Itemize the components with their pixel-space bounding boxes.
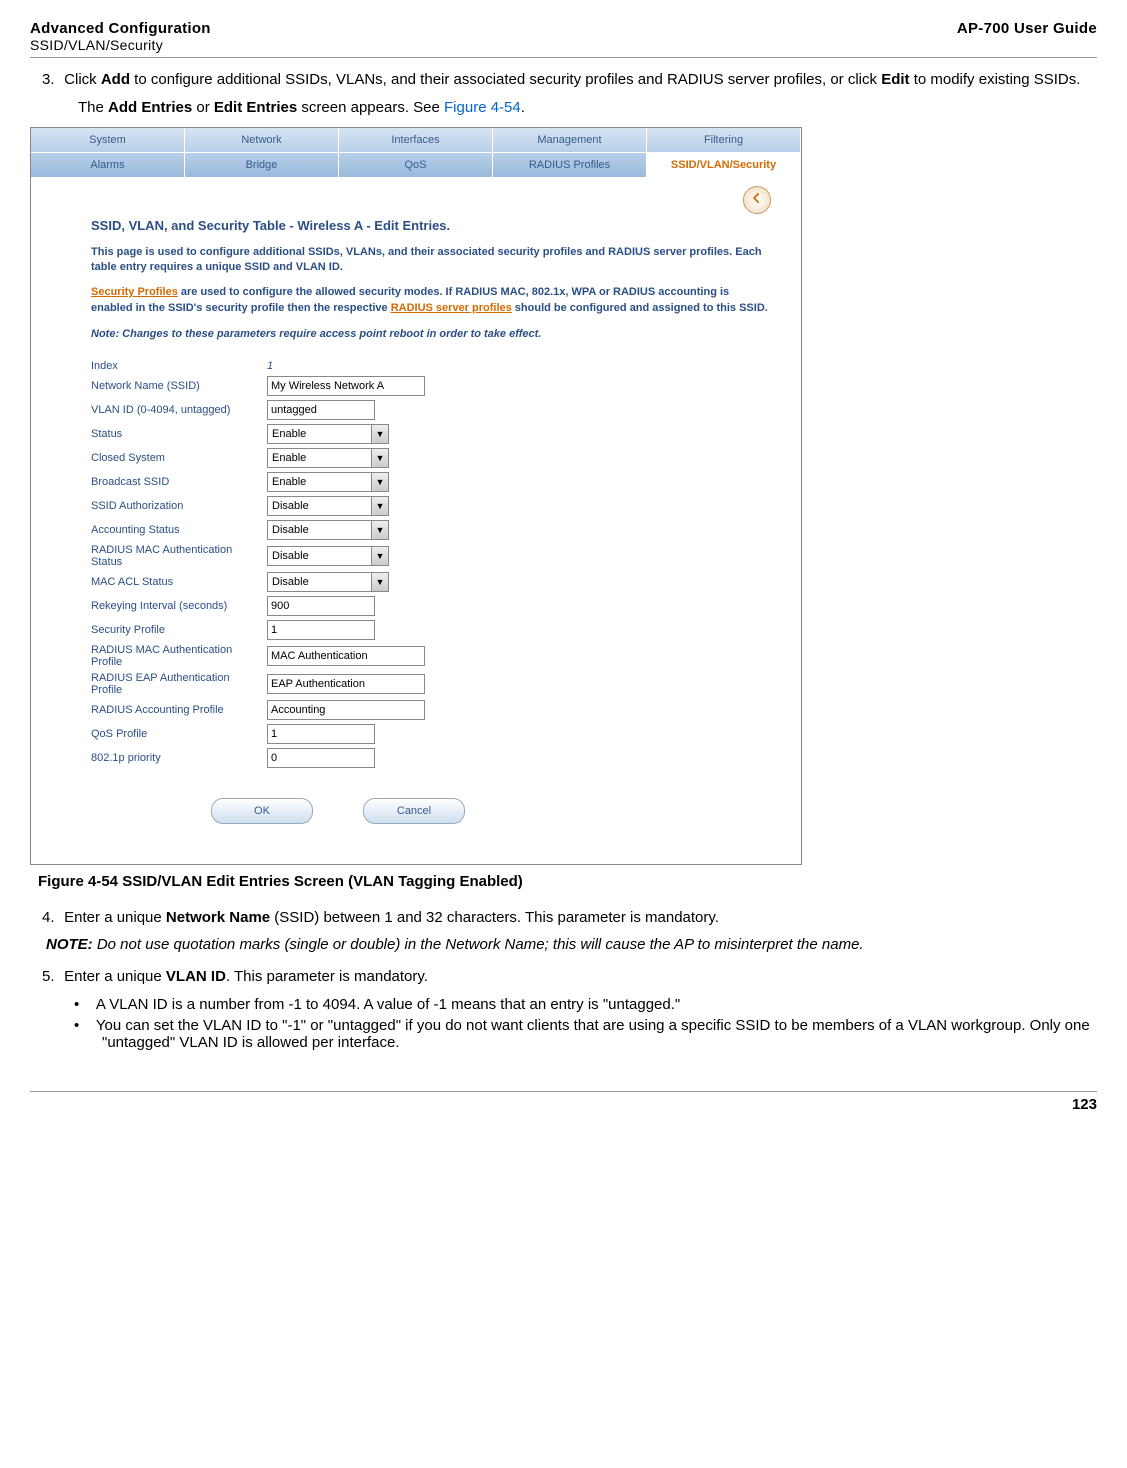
tab-management[interactable]: Management [493, 128, 647, 153]
closed-label: Closed System [91, 452, 267, 464]
chevron-down-icon: ▼ [371, 573, 388, 591]
tab-row-2: Alarms Bridge QoS RADIUS Profiles SSID/V… [31, 153, 801, 178]
step-number: 5. [42, 967, 60, 987]
rekey-input[interactable] [267, 596, 375, 616]
header-left: Advanced Configuration SSID/VLAN/Securit… [30, 20, 211, 53]
step-5: 5. Enter a unique VLAN ID. This paramete… [60, 967, 1097, 987]
index-label: Index [91, 360, 267, 372]
tab-alarms[interactable]: Alarms [31, 153, 185, 178]
radmacprof-input[interactable] [267, 646, 425, 666]
tab-radius-profiles[interactable]: RADIUS Profiles [493, 153, 647, 178]
note-block: NOTE: Do not use quotation marks (single… [90, 936, 1097, 953]
bullet-1: • A VLAN ID is a number from -1 to 4094.… [102, 996, 1097, 1013]
tab-filtering[interactable]: Filtering [647, 128, 801, 153]
page-header: Advanced Configuration SSID/VLAN/Securit… [30, 20, 1097, 58]
page-footer: 123 [30, 1091, 1097, 1113]
vlan-input[interactable] [267, 400, 375, 420]
qos-label: QoS Profile [91, 728, 267, 740]
tab-interfaces[interactable]: Interfaces [339, 128, 493, 153]
acctprof-label: RADIUS Accounting Profile [91, 704, 267, 716]
acctprof-input[interactable] [267, 700, 425, 720]
acct-select[interactable]: Disable▼ [267, 520, 389, 540]
eapprof-label: RADIUS EAP Authentication Profile [91, 672, 267, 696]
back-arrow-icon [750, 191, 764, 208]
chapter-title: Advanced Configuration [30, 20, 211, 37]
acct-label: Accounting Status [91, 524, 267, 536]
chevron-down-icon: ▼ [371, 521, 388, 539]
ssid-label: Network Name (SSID) [91, 380, 267, 392]
button-row: OK Cancel [211, 798, 771, 824]
panel-content: SSID, VLAN, and Security Table - Wireles… [31, 178, 801, 865]
cancel-button[interactable]: Cancel [363, 798, 465, 824]
ssidauth-label: SSID Authorization [91, 500, 267, 512]
radmacprof-label: RADIUS MAC Authentication Profile [91, 644, 267, 668]
priority-input[interactable] [267, 748, 375, 768]
step-number: 4. [42, 908, 60, 928]
bullet-2: • You can set the VLAN ID to "-1" or "un… [102, 1017, 1097, 1051]
tab-row-1: System Network Interfaces Management Fil… [31, 128, 801, 153]
screenshot-panel: System Network Interfaces Management Fil… [30, 127, 802, 866]
status-select[interactable]: Enable▼ [267, 424, 389, 444]
step-number: 3. [42, 70, 60, 90]
eapprof-input[interactable] [267, 674, 425, 694]
step-3: 3. Click Add to configure additional SSI… [60, 70, 1097, 90]
figure-caption: Figure 4-54 SSID/VLAN Edit Entries Scree… [38, 873, 1097, 890]
panel-title: SSID, VLAN, and Security Table - Wireles… [91, 218, 771, 233]
step-3-line2: The Add Entries or Edit Entries screen a… [78, 98, 1097, 118]
panel-note: Note: Changes to these parameters requir… [91, 328, 771, 340]
tab-qos[interactable]: QoS [339, 153, 493, 178]
chevron-down-icon: ▼ [371, 497, 388, 515]
macacl-select[interactable]: Disable▼ [267, 572, 389, 592]
back-button[interactable] [743, 186, 771, 214]
tab-bridge[interactable]: Bridge [185, 153, 339, 178]
page-number: 123 [1072, 1096, 1097, 1113]
rekey-label: Rekeying Interval (seconds) [91, 600, 267, 612]
index-value: 1 [267, 360, 273, 372]
figure-link[interactable]: Figure 4-54 [444, 99, 521, 116]
status-label: Status [91, 428, 267, 440]
tab-system[interactable]: System [31, 128, 185, 153]
radmac-label: RADIUS MAC Authentication Status [91, 544, 267, 568]
step-4: 4. Enter a unique Network Name (SSID) be… [60, 908, 1097, 928]
tab-ssid-vlan-security[interactable]: SSID/VLAN/Security [647, 153, 801, 178]
macacl-label: MAC ACL Status [91, 576, 267, 588]
qos-input[interactable] [267, 724, 375, 744]
secprof-label: Security Profile [91, 624, 267, 636]
chevron-down-icon: ▼ [371, 547, 388, 565]
radius-profiles-link[interactable]: RADIUS server profiles [391, 302, 512, 314]
ok-button[interactable]: OK [211, 798, 313, 824]
chevron-down-icon: ▼ [371, 425, 388, 443]
secprof-input[interactable] [267, 620, 375, 640]
tab-network[interactable]: Network [185, 128, 339, 153]
ssidauth-select[interactable]: Disable▼ [267, 496, 389, 516]
section-title: SSID/VLAN/Security [30, 37, 211, 53]
note-label: NOTE: [46, 936, 93, 953]
broadcast-select[interactable]: Enable▼ [267, 472, 389, 492]
vlan-label: VLAN ID (0-4094, untagged) [91, 404, 267, 416]
note-text: Do not use quotation marks (single or do… [93, 936, 864, 953]
priority-label: 802.1p priority [91, 752, 267, 764]
chevron-down-icon: ▼ [371, 449, 388, 467]
broadcast-label: Broadcast SSID [91, 476, 267, 488]
chevron-down-icon: ▼ [371, 473, 388, 491]
panel-desc-2: Security Profiles are used to configure … [91, 285, 771, 316]
closed-select[interactable]: Enable▼ [267, 448, 389, 468]
security-profiles-link[interactable]: Security Profiles [91, 286, 178, 298]
radmac-select[interactable]: Disable▼ [267, 546, 389, 566]
ssid-input[interactable] [267, 376, 425, 396]
guide-name: AP-700 User Guide [957, 20, 1097, 37]
panel-desc-1: This page is used to configure additiona… [91, 245, 771, 276]
